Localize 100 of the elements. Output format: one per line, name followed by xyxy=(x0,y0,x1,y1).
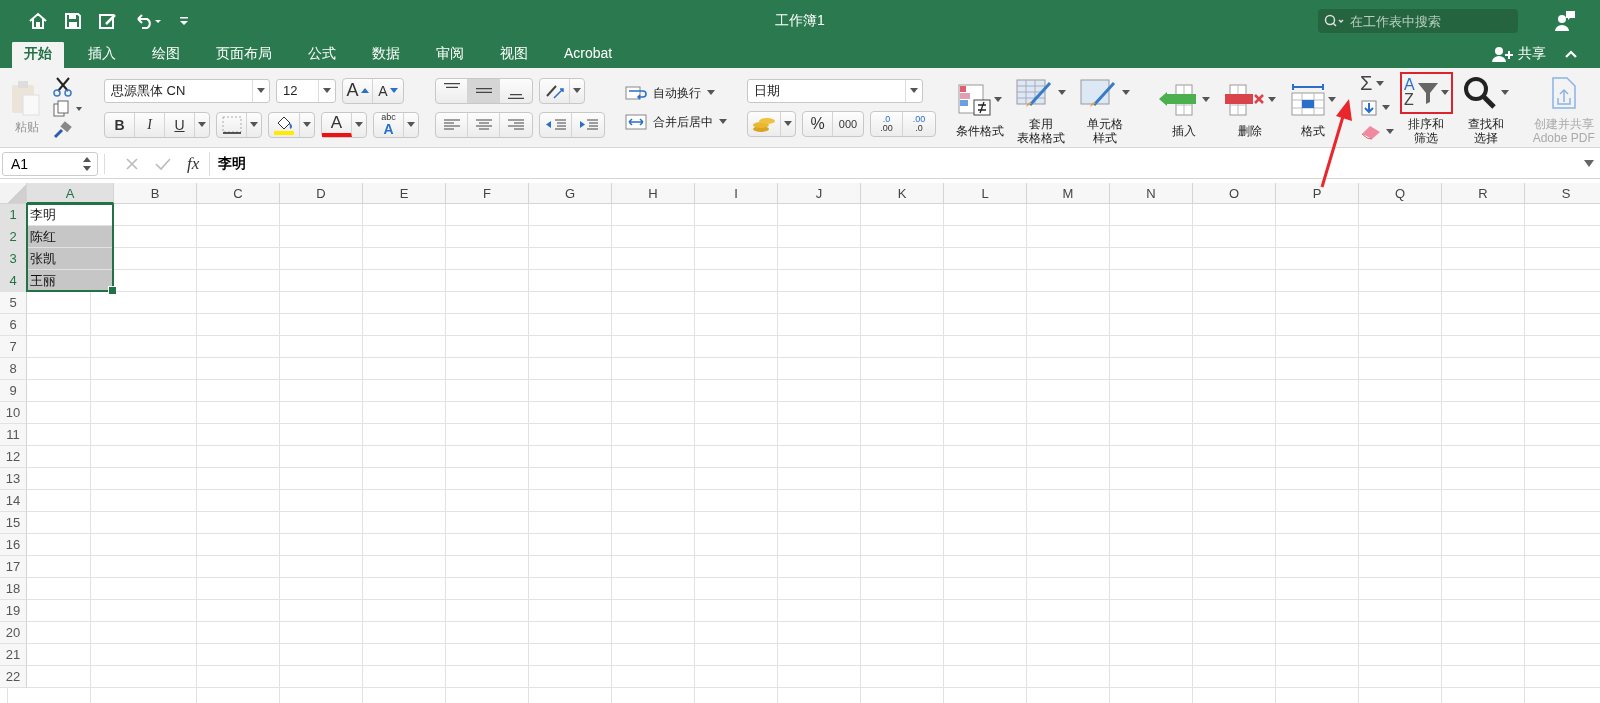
font-name-dropdown[interactable]: 思源黑体 CN xyxy=(104,78,270,103)
column-header[interactable]: M xyxy=(1027,183,1110,204)
insert-function-button[interactable]: fx xyxy=(187,154,200,174)
autosum-button[interactable]: Σ xyxy=(1360,72,1373,95)
ribbon-tab[interactable]: 视图 xyxy=(488,41,540,68)
decrease-decimal-button[interactable]: .00 .0 xyxy=(903,111,935,136)
shrink-font-button[interactable]: A xyxy=(373,78,403,103)
button-label: 创建并共享 xyxy=(1533,117,1594,132)
row-header[interactable]: 11 xyxy=(0,424,27,446)
cellstyle-button[interactable]: 单元格 样式 xyxy=(1076,69,1134,146)
wrap-text-button[interactable]: 自动换行 xyxy=(625,84,715,102)
undo-icon[interactable] xyxy=(134,12,162,30)
delete-button[interactable]: 删除 xyxy=(1220,76,1280,139)
account-icon[interactable] xyxy=(1554,10,1576,32)
merge-center-button[interactable]: 合并后居中 xyxy=(625,113,727,131)
underline-button[interactable]: U xyxy=(165,112,195,137)
row-header[interactable]: 5 xyxy=(0,292,27,314)
expand-icon[interactable] xyxy=(1584,160,1594,168)
share-label: 共享 xyxy=(1518,45,1546,63)
ribbon-tab[interactable]: 页面布局 xyxy=(204,41,284,68)
column-header[interactable]: I xyxy=(695,183,778,204)
ribbon-tab[interactable]: 插入 xyxy=(76,41,128,68)
ribbon-tab[interactable]: 审阅 xyxy=(424,41,476,68)
checkmark-icon[interactable] xyxy=(155,157,171,171)
ribbon-tab[interactable]: 开始 xyxy=(12,41,64,68)
ribbon-tab[interactable]: 数据 xyxy=(360,41,412,68)
caret-icon xyxy=(198,121,206,128)
find-button[interactable]: 查找和 选择 xyxy=(1458,69,1513,146)
font-size-dropdown[interactable]: 12 xyxy=(276,78,336,103)
column-header[interactable]: J xyxy=(778,183,861,204)
row-header[interactable]: 8 xyxy=(0,358,27,380)
caret-icon xyxy=(323,87,331,94)
scissors-icon[interactable] xyxy=(52,75,74,98)
name-box[interactable]: A1 xyxy=(2,152,98,176)
stepper-icon xyxy=(83,157,91,171)
row-header[interactable]: 6 xyxy=(0,314,27,336)
edit-sheet-icon[interactable] xyxy=(98,12,118,30)
button-label: 格式 xyxy=(1301,124,1325,139)
row-header[interactable]: 22 xyxy=(0,666,27,688)
column-header[interactable]: R xyxy=(1442,183,1525,204)
ribbon-tab[interactable]: Acrobat xyxy=(552,41,625,68)
row-header[interactable]: 9 xyxy=(0,380,27,402)
caret-icon xyxy=(994,96,1002,103)
save-icon[interactable] xyxy=(64,12,82,30)
table-button[interactable]: 套用 表格格式 xyxy=(1012,69,1070,146)
row-header[interactable]: 4 xyxy=(0,270,27,292)
column-header[interactable]: H xyxy=(612,183,695,204)
table-cell: 张凯 xyxy=(27,248,114,270)
column-header[interactable]: A xyxy=(27,183,114,204)
collapse-icon[interactable] xyxy=(1564,49,1578,59)
formula-field[interactable]: 李明 xyxy=(209,152,1578,176)
row-header[interactable]: 14 xyxy=(0,490,27,512)
row-header[interactable]: 3 xyxy=(0,248,27,270)
row-header[interactable]: 16 xyxy=(0,534,27,556)
row-header[interactable]: 15 xyxy=(0,512,27,534)
row-header[interactable]: 20 xyxy=(0,622,27,644)
column-header[interactable]: K xyxy=(861,183,944,204)
row-header[interactable]: 10 xyxy=(0,402,27,424)
row-header[interactable]: 19 xyxy=(0,600,27,622)
column-header[interactable]: C xyxy=(197,183,280,204)
bold-button[interactable]: B xyxy=(105,112,135,137)
search-field[interactable]: 在工作表中搜索 xyxy=(1318,9,1518,33)
format-button[interactable]: 格式 xyxy=(1286,76,1340,139)
home-icon[interactable] xyxy=(28,12,48,30)
increase-decimal-button[interactable]: .0 .00 xyxy=(871,111,903,136)
italic-button[interactable]: I xyxy=(135,112,165,137)
row-header[interactable]: 13 xyxy=(0,468,27,490)
column-header[interactable]: N xyxy=(1110,183,1193,204)
customize-icon[interactable] xyxy=(178,14,190,28)
column-header[interactable]: F xyxy=(446,183,529,204)
insert-button[interactable]: 插入 xyxy=(1154,76,1214,139)
percent-button[interactable]: % xyxy=(803,111,833,136)
column-header[interactable]: Q xyxy=(1359,183,1442,204)
row-header[interactable]: 18 xyxy=(0,578,27,600)
fill-down-icon[interactable] xyxy=(1360,98,1378,117)
column-header[interactable]: L xyxy=(944,183,1027,204)
ribbon-tab[interactable]: 绘图 xyxy=(140,41,192,68)
conditional-button[interactable]: 条件格式 xyxy=(954,76,1006,139)
fill-handle[interactable] xyxy=(108,286,117,295)
share-button[interactable]: 共享 xyxy=(1492,45,1546,68)
middle-align-button[interactable] xyxy=(468,78,500,103)
column-header[interactable]: G xyxy=(529,183,612,204)
caret-icon xyxy=(784,120,792,127)
row-header[interactable]: 21 xyxy=(0,644,27,666)
row-header[interactable]: 2 xyxy=(0,226,27,248)
ribbon-tab[interactable]: 公式 xyxy=(296,41,348,68)
grow-font-button[interactable]: A xyxy=(343,78,373,103)
row-header[interactable]: 17 xyxy=(0,556,27,578)
column-header[interactable]: E xyxy=(363,183,446,204)
sort-button[interactable]: A Z 排序和 筛选 xyxy=(1400,69,1453,146)
column-header[interactable]: D xyxy=(280,183,363,204)
column-header[interactable]: O xyxy=(1193,183,1276,204)
comma-style-button[interactable]: 000 xyxy=(833,111,863,136)
column-header[interactable]: B xyxy=(114,183,197,204)
row-header[interactable]: 12 xyxy=(0,446,27,468)
column-header[interactable]: P xyxy=(1276,183,1359,204)
number-format-dropdown[interactable]: 日期 xyxy=(747,78,923,103)
row-header[interactable]: 1 xyxy=(0,204,27,226)
row-header[interactable]: 7 xyxy=(0,336,27,358)
column-header[interactable]: S xyxy=(1525,183,1600,204)
